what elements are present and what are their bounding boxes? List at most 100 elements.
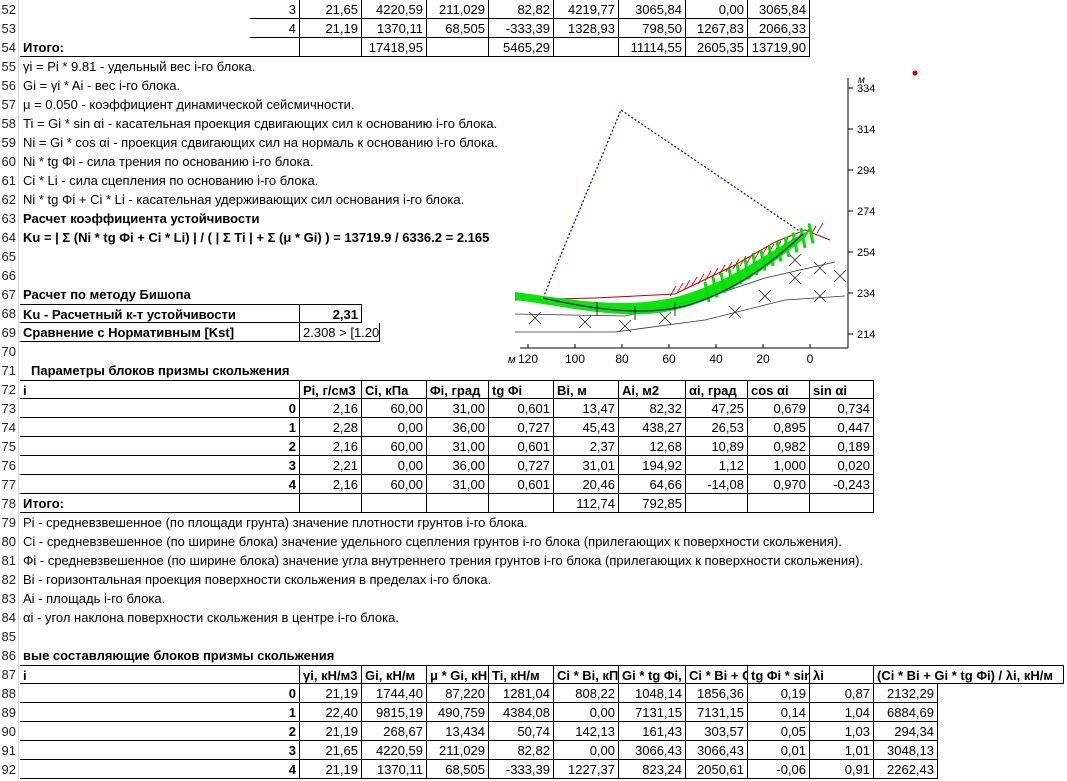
cell[interactable]: 1370,11	[362, 760, 427, 779]
cell[interactable]: 1267,83	[686, 19, 748, 38]
cell[interactable]: 3065,84	[619, 0, 686, 19]
cell[interactable]: 1328,93	[554, 19, 619, 38]
cell[interactable]: 2,16	[300, 437, 362, 456]
ku-formula[interactable]: Ku = | Σ (Ni * tg Φi + Ci * Li) | / ( | …	[20, 228, 500, 247]
definition-text[interactable]: Ni * tg Φi + Ci * Li - касательная удерж…	[20, 190, 520, 209]
cell[interactable]: 13,47	[554, 399, 619, 418]
definition-text[interactable]: Pi - средневзвешенное (по площади грунта…	[20, 513, 1060, 532]
cell[interactable]: 0,727	[489, 418, 554, 437]
col-header[interactable]: Ai, м2	[619, 380, 686, 399]
cell[interactable]: 0	[20, 399, 300, 418]
cell[interactable]: 3	[250, 0, 300, 19]
cell[interactable]: 0,19	[748, 684, 810, 703]
cell[interactable]	[686, 494, 748, 513]
cell[interactable]: 0,00	[362, 456, 427, 475]
cell[interactable]: 4	[20, 475, 300, 494]
cell[interactable]: 0,91	[810, 760, 874, 779]
cell[interactable]: -333,39	[489, 760, 554, 779]
bishop-title[interactable]: Расчет по методу Бишопа	[20, 285, 300, 304]
cell[interactable]: 1,000	[748, 456, 810, 475]
cell[interactable]: 2262,43	[874, 760, 938, 779]
definition-text[interactable]: αi - угол наклона поверхности скольжения…	[20, 608, 1060, 627]
col-header[interactable]: Ci * Bi + G	[686, 665, 748, 684]
cell[interactable]: 82,82	[489, 741, 554, 760]
cell[interactable]: 798,50	[619, 19, 686, 38]
col-header[interactable]: i	[20, 380, 300, 399]
col-header[interactable]: sin αi	[810, 380, 874, 399]
definition-text[interactable]: Ci * Li - сила сцепления по основанию i-…	[20, 171, 520, 190]
col-header[interactable]: i	[20, 665, 300, 684]
cell[interactable]: 0,679	[748, 399, 810, 418]
cell[interactable]: 31,00	[427, 437, 489, 456]
cell[interactable]: 0,87	[810, 684, 874, 703]
cell[interactable]: 5465,29	[489, 38, 554, 57]
row-number[interactable]: 65	[0, 247, 19, 266]
cell[interactable]: 1,12	[686, 456, 748, 475]
cell[interactable]: 1,04	[810, 703, 874, 722]
cell[interactable]: 2,21	[300, 456, 362, 475]
col-header[interactable]: Ti, кН/м	[489, 665, 554, 684]
cell[interactable]: 2066,33	[748, 19, 810, 38]
cell[interactable]: 0,601	[489, 475, 554, 494]
cell[interactable]: 0	[20, 684, 300, 703]
col-header[interactable]: (Ci * Bi + Gi * tg Φi) / λi, кН/м	[874, 665, 1064, 684]
cell[interactable]: -333,39	[489, 19, 554, 38]
cell[interactable]: 50,74	[489, 722, 554, 741]
cell[interactable]: 0,00	[554, 741, 619, 760]
cell[interactable]: 2050,61	[686, 760, 748, 779]
cell[interactable]: 2,28	[300, 418, 362, 437]
cell[interactable]: 1370,11	[362, 19, 427, 38]
cell[interactable]: 1744,40	[362, 684, 427, 703]
definition-text[interactable]: γi = Pi * 9.81 - удельный вес i-го блока…	[20, 57, 520, 76]
cell[interactable]: 0,601	[489, 437, 554, 456]
cell[interactable]: 1,01	[810, 741, 874, 760]
cell[interactable]: 45,43	[554, 418, 619, 437]
cell[interactable]: 0,020	[810, 456, 874, 475]
cell[interactable]	[489, 494, 554, 513]
cell[interactable]	[810, 494, 874, 513]
definition-text[interactable]: Ai - площадь i-го блока.	[20, 589, 1060, 608]
cell[interactable]: 0,895	[748, 418, 810, 437]
col-header[interactable]: tg Φi * sin	[748, 665, 810, 684]
col-header[interactable]: Gi, кН/м	[362, 665, 427, 684]
col-header[interactable]: Ci, кПа	[362, 380, 427, 399]
cell[interactable]: 3048,13	[874, 741, 938, 760]
definition-text[interactable]: Gi = γi * Ai - вес i-го блока.	[20, 76, 520, 95]
cell[interactable]: 792,85	[619, 494, 686, 513]
cell[interactable]: 211,029	[427, 741, 489, 760]
definition-text[interactable]: μ = 0.050 - коэффициент динамической сей…	[20, 95, 520, 114]
cell[interactable]: 4220,59	[362, 0, 427, 19]
cell[interactable]: 4220,59	[362, 741, 427, 760]
cell[interactable]: 36,00	[427, 418, 489, 437]
cell[interactable]: 2,16	[300, 399, 362, 418]
cell[interactable]: 161,43	[619, 722, 686, 741]
cell[interactable]: 68,505	[427, 19, 489, 38]
cmp-label[interactable]: Сравнение с Нормативным [Kst]	[20, 323, 300, 342]
cell[interactable]: 60,00	[362, 437, 427, 456]
cell[interactable]	[300, 38, 362, 57]
cell[interactable]: 0,01	[748, 741, 810, 760]
cell[interactable]: 21,19	[300, 684, 362, 703]
cell[interactable]: 2605,35	[686, 38, 748, 57]
row-number[interactable]: 70	[0, 342, 19, 361]
cell[interactable]: 36,00	[427, 456, 489, 475]
col-header[interactable]: Pi, г/см3	[300, 380, 362, 399]
total-label[interactable]: Итого:	[20, 38, 300, 57]
cell[interactable]: 13719,90	[748, 38, 810, 57]
cell[interactable]: 1,03	[810, 722, 874, 741]
cell[interactable]	[427, 494, 489, 513]
cell[interactable]: 6884,69	[874, 703, 938, 722]
cell[interactable]: 64,66	[619, 475, 686, 494]
cell[interactable]: 12,68	[619, 437, 686, 456]
ku-label[interactable]: Ku - Расчетный к-т устойчивости	[20, 304, 300, 323]
cell[interactable]: 303,57	[686, 722, 748, 741]
cell[interactable]: 1281,04	[489, 684, 554, 703]
definition-text[interactable]: Ti = Gi * sin αi - касательная проекция …	[20, 114, 520, 133]
cell[interactable]: 4	[250, 19, 300, 38]
cell[interactable]: 2,37	[554, 437, 619, 456]
cell[interactable]: 20,46	[554, 475, 619, 494]
col-header[interactable]: αi, град	[686, 380, 748, 399]
cell[interactable]: 31,01	[554, 456, 619, 475]
cell[interactable]: 11114,55	[619, 38, 686, 57]
cell[interactable]: 3065,84	[748, 0, 810, 19]
